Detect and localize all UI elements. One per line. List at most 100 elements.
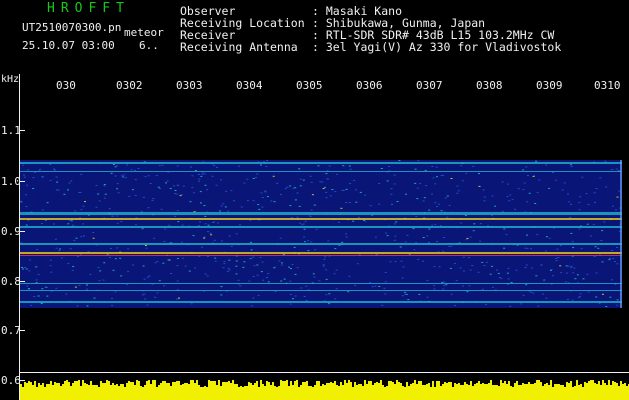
noise-speckle	[338, 221, 340, 223]
noise-speckle	[352, 220, 355, 222]
noise-speckle	[457, 190, 460, 192]
power-bar-segment	[372, 385, 374, 400]
power-bar-segment	[222, 382, 224, 400]
noise-speckle	[570, 267, 573, 269]
power-bar-segment	[392, 382, 394, 400]
noise-speckle	[49, 259, 52, 261]
noise-speckle	[228, 235, 231, 237]
noise-speckle	[322, 264, 325, 266]
noise-speckle	[302, 223, 305, 225]
noise-speckle	[593, 192, 596, 194]
power-bar-segment	[52, 385, 54, 400]
noise-speckle	[309, 215, 312, 217]
power-bar-segment	[376, 382, 378, 400]
noise-speckle	[386, 235, 389, 237]
power-bar-segment	[156, 387, 158, 400]
noise-speckle	[112, 164, 115, 165]
power-bar-segment	[492, 385, 494, 400]
power-bar-segment	[432, 381, 434, 400]
noise-speckle	[434, 183, 437, 185]
noise-speckle	[325, 173, 328, 175]
noise-speckle	[37, 274, 40, 275]
noise-speckle	[97, 267, 100, 269]
power-bar-segment	[48, 384, 50, 400]
noise-speckle	[565, 281, 567, 283]
noise-speckle	[318, 280, 321, 282]
signal-band	[20, 252, 622, 254]
noise-speckle	[203, 205, 206, 207]
noise-speckle	[567, 265, 570, 267]
noise-speckle	[65, 293, 68, 295]
noise-speckle	[109, 247, 112, 249]
power-bar-segment	[124, 387, 126, 400]
noise-speckle	[576, 274, 579, 276]
noise-speckle	[612, 258, 615, 260]
noise-speckle	[336, 173, 339, 175]
noise-speckle	[116, 215, 119, 217]
noise-speckle	[533, 175, 535, 177]
power-bar-segment	[458, 383, 460, 400]
noise-speckle	[442, 250, 445, 252]
power-bar-segment	[466, 384, 468, 400]
power-bar-segment	[480, 384, 482, 400]
noise-speckle	[137, 168, 140, 169]
noise-speckle	[322, 188, 325, 190]
noise-speckle	[404, 291, 406, 293]
noise-speckle	[304, 220, 307, 222]
noise-speckle	[279, 237, 282, 239]
noise-speckle	[261, 206, 264, 208]
noise-speckle	[144, 176, 147, 178]
noise-speckle	[142, 265, 145, 267]
power-bar-segment	[170, 386, 172, 400]
noise-speckle	[555, 260, 558, 262]
noise-speckle	[67, 223, 70, 225]
noise-speckle	[525, 264, 528, 266]
power-bar-segment	[320, 386, 322, 400]
power-bar-segment	[236, 384, 238, 400]
noise-speckle	[294, 295, 297, 297]
noise-speckle	[522, 294, 525, 296]
noise-speckle	[335, 288, 338, 290]
noise-speckle	[582, 278, 585, 280]
power-bar-segment	[312, 387, 314, 400]
noise-speckle	[473, 223, 476, 225]
noise-speckle	[522, 188, 525, 190]
power-bar-segment	[118, 386, 120, 400]
noise-speckle	[601, 230, 604, 232]
power-bar-segment	[604, 383, 606, 400]
noise-speckle	[127, 248, 130, 250]
noise-speckle	[587, 291, 590, 293]
noise-speckle	[145, 247, 148, 249]
noise-speckle	[49, 265, 52, 267]
noise-speckle	[307, 240, 310, 242]
noise-speckle	[390, 188, 393, 190]
noise-speckle	[611, 250, 614, 251]
noise-speckle	[98, 200, 101, 202]
noise-speckle	[319, 181, 322, 183]
noise-speckle	[243, 261, 246, 263]
power-bar-segment	[190, 380, 192, 400]
noise-speckle	[112, 269, 115, 271]
power-bar-segment	[64, 381, 66, 400]
noise-speckle	[460, 222, 463, 224]
power-bar-segment	[522, 383, 524, 400]
power-bar-segment	[108, 381, 110, 400]
noise-speckle	[73, 239, 76, 241]
power-bar-segment	[96, 385, 98, 400]
power-bar-segment	[60, 386, 62, 400]
noise-speckle	[536, 192, 539, 194]
power-bar-segment	[544, 384, 546, 400]
noise-speckle	[37, 295, 40, 297]
noise-speckle	[354, 284, 357, 286]
power-bar-segment	[494, 385, 496, 400]
power-bar-segment	[172, 382, 174, 400]
noise-speckle	[296, 267, 299, 269]
power-bar-segment	[86, 384, 88, 400]
noise-speckle	[116, 183, 119, 185]
noise-speckle	[522, 169, 525, 171]
power-bar-segment	[218, 380, 220, 400]
noise-speckle	[176, 165, 179, 167]
noise-speckle	[390, 193, 393, 195]
noise-speckle	[514, 208, 516, 210]
power-bar-segment	[262, 384, 264, 400]
